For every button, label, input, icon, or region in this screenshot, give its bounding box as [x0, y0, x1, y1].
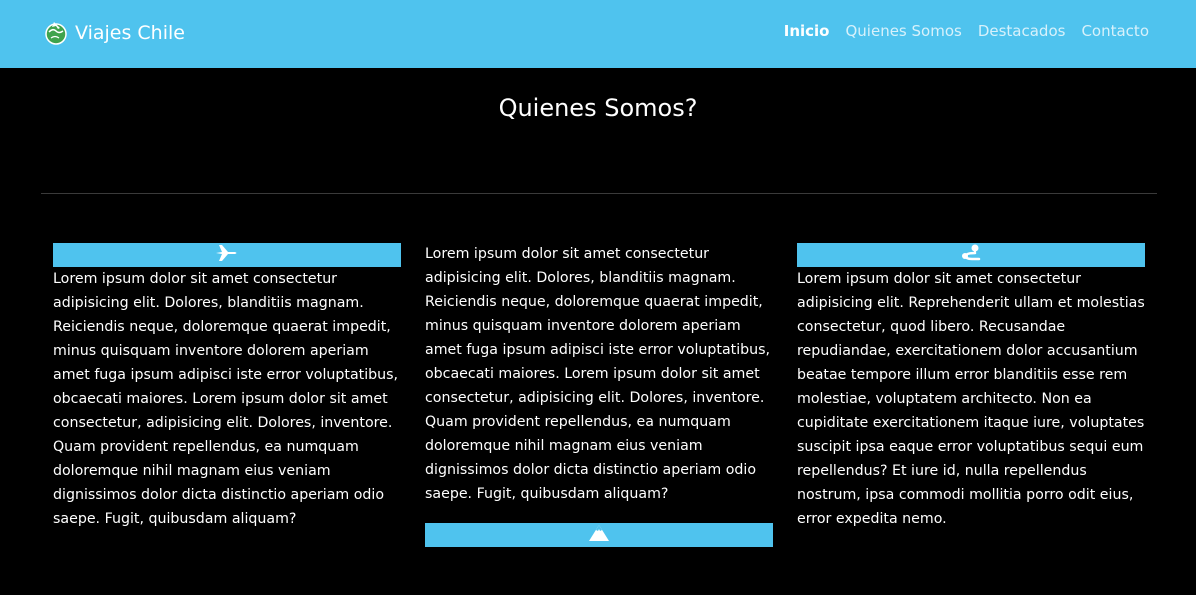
column-text: Lorem ipsum dolor sit amet consectetur a… — [425, 246, 771, 502]
about-column-2: Lorem ipsum dolor sit amet consectetur a… — [425, 243, 773, 547]
globe-travel-logo-icon — [43, 20, 69, 46]
brand-link[interactable]: Viajes Chile — [43, 19, 185, 47]
icon-bar — [53, 243, 401, 267]
about-column-1: Lorem ipsum dolor sit amet consectetur a… — [53, 243, 401, 531]
airplane-icon — [215, 243, 239, 267]
brand-name: Viajes Chile — [75, 22, 185, 44]
route-icon — [960, 243, 982, 267]
nav-links: Inicio Quienes Somos Destacados Contacto — [784, 21, 1149, 41]
nav-link-inicio[interactable]: Inicio — [784, 21, 830, 41]
column-text: Lorem ipsum dolor sit amet consectetur a… — [53, 271, 399, 527]
nav-link-quienes-somos[interactable]: Quienes Somos — [845, 21, 961, 41]
icon-bar — [425, 523, 773, 547]
divider — [41, 193, 1157, 194]
icon-bar — [797, 243, 1145, 267]
navbar: Viajes Chile Inicio Quienes Somos Destac… — [0, 0, 1196, 68]
nav-link-destacados[interactable]: Destacados — [978, 21, 1066, 41]
section-title: Quienes Somos? — [498, 94, 698, 122]
mountain-icon — [588, 524, 610, 546]
nav-link-contacto[interactable]: Contacto — [1081, 21, 1149, 41]
about-column-3: Lorem ipsum dolor sit amet consectetur a… — [797, 243, 1145, 531]
column-text: Lorem ipsum dolor sit amet consectetur a… — [797, 271, 1145, 527]
